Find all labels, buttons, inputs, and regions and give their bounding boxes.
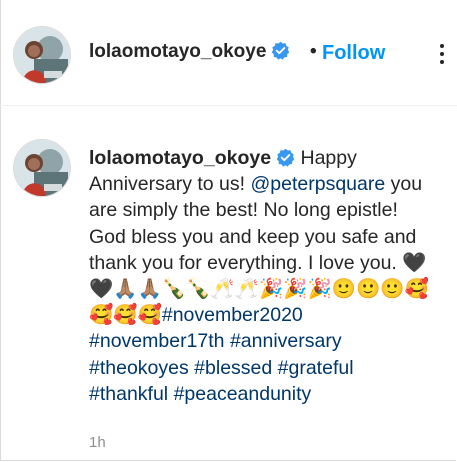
post-header: lolaomotayo_okoye • Follow [0,0,457,106]
author-username-text[interactable]: lolaomotayo_okoye [89,41,266,62]
verified-badge-icon [271,41,290,60]
more-options-icon[interactable] [440,44,444,64]
avatar-image [14,140,70,196]
hashtag-link[interactable]: #anniversary [230,330,342,352]
avatar-image [14,27,70,83]
verified-badge-icon [276,148,295,167]
mention-link[interactable]: @peterpsquare [250,173,385,195]
hashtag-link[interactable]: #peaceandunity [174,383,312,405]
follow-button[interactable]: Follow [322,42,385,65]
hashtag-link[interactable]: #thankful [89,383,168,405]
comment-timestamp[interactable]: 1h [89,434,106,451]
hashtag-link[interactable]: #november17th [89,330,225,352]
hashtag-link[interactable]: #november2020 [162,304,303,326]
hashtag-link[interactable]: #grateful [278,357,354,379]
comment-username[interactable]: lolaomotayo_okoye [89,147,271,169]
author-username[interactable]: lolaomotayo_okoye [89,41,290,63]
separator-dot: • [310,41,317,62]
author-avatar[interactable] [13,26,71,84]
hashtag-link[interactable]: #blessed [194,357,272,379]
hashtag-link[interactable]: #theokoyes [89,357,189,379]
comment-body: lolaomotayo_okoye Happy Anniversary to u… [89,145,429,407]
comment-author-avatar[interactable] [13,139,71,197]
